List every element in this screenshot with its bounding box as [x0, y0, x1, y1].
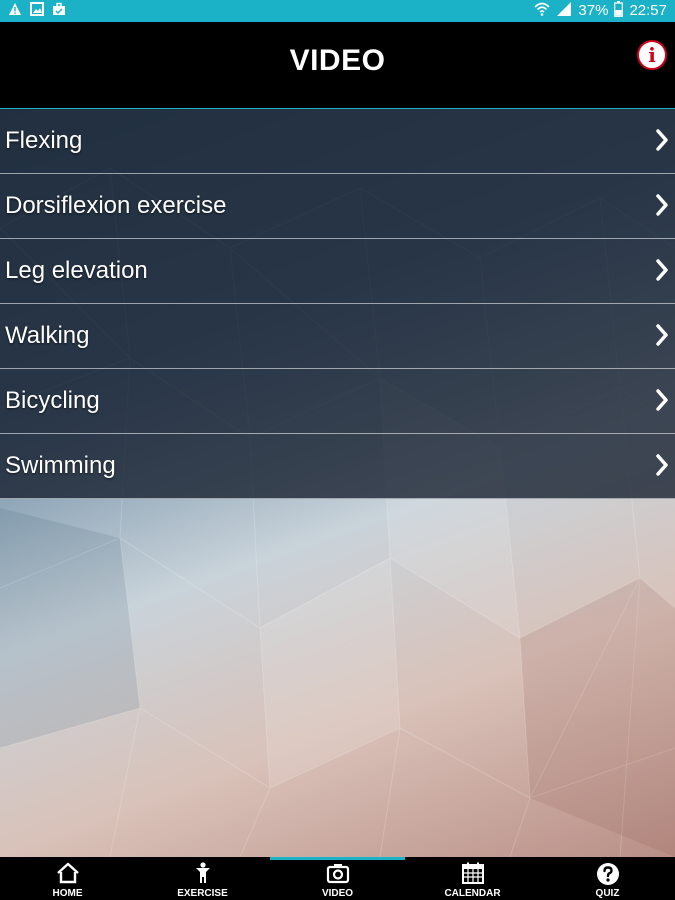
wifi-icon [534, 1, 550, 21]
video-item-swimming[interactable]: Swimming [0, 434, 675, 499]
image-icon [30, 2, 44, 20]
battery-icon [614, 1, 624, 21]
video-item-leg-elevation[interactable]: Leg elevation [0, 239, 675, 304]
briefcase-icon [52, 2, 66, 20]
nav-home[interactable]: HOME [0, 857, 135, 900]
chevron-right-icon [655, 259, 669, 286]
nav-video[interactable]: VIDEO [270, 857, 405, 900]
video-item-label: Walking [5, 322, 90, 349]
chevron-right-icon [655, 324, 669, 351]
warning-icon [8, 2, 22, 20]
video-list: Flexing Dorsiflexion exercise Leg elevat… [0, 109, 675, 499]
video-item-walking[interactable]: Walking [0, 304, 675, 369]
battery-percent: 37% [578, 2, 609, 19]
home-icon [56, 862, 80, 889]
calendar-icon [461, 862, 485, 889]
nav-exercise-label: EXERCISE [177, 888, 228, 899]
video-item-dorsiflexion-exercise[interactable]: Dorsiflexion exercise [0, 174, 675, 239]
bottom-nav: HOME EXERCISE VIDEO CALENDAR QUIZ [0, 857, 675, 900]
app-screen: 37% 22:57 VIDEO i Flexing Dorsiflexion e… [0, 0, 675, 900]
status-bar: 37% 22:57 [0, 0, 675, 22]
nav-calendar[interactable]: CALENDAR [405, 857, 540, 900]
info-icon: i [648, 43, 656, 67]
camera-icon [326, 862, 350, 889]
chevron-right-icon [655, 454, 669, 481]
signal-icon [556, 1, 572, 21]
app-header: VIDEO i [0, 22, 675, 108]
video-item-label: Bicycling [5, 387, 100, 414]
video-item-label: Swimming [5, 452, 116, 479]
video-item-bicycling[interactable]: Bicycling [0, 369, 675, 434]
chevron-right-icon [655, 129, 669, 156]
video-item-flexing[interactable]: Flexing [0, 109, 675, 174]
nav-quiz-label: QUIZ [595, 888, 620, 899]
chevron-right-icon [655, 194, 669, 221]
video-item-label: Dorsiflexion exercise [5, 192, 227, 219]
chevron-right-icon [655, 389, 669, 416]
nav-video-label: VIDEO [321, 888, 354, 899]
person-icon [194, 862, 212, 889]
question-icon [596, 862, 620, 891]
page-title: VIDEO [289, 44, 386, 77]
video-item-label: Leg elevation [5, 257, 148, 284]
info-button[interactable]: i [637, 40, 667, 70]
nav-home-label: HOME [52, 888, 83, 899]
nav-quiz[interactable]: QUIZ [540, 857, 675, 900]
video-item-label: Flexing [5, 127, 83, 154]
clock: 22:57 [629, 2, 667, 19]
nav-exercise[interactable]: EXERCISE [135, 857, 270, 900]
nav-calendar-label: CALENDAR [444, 888, 501, 899]
